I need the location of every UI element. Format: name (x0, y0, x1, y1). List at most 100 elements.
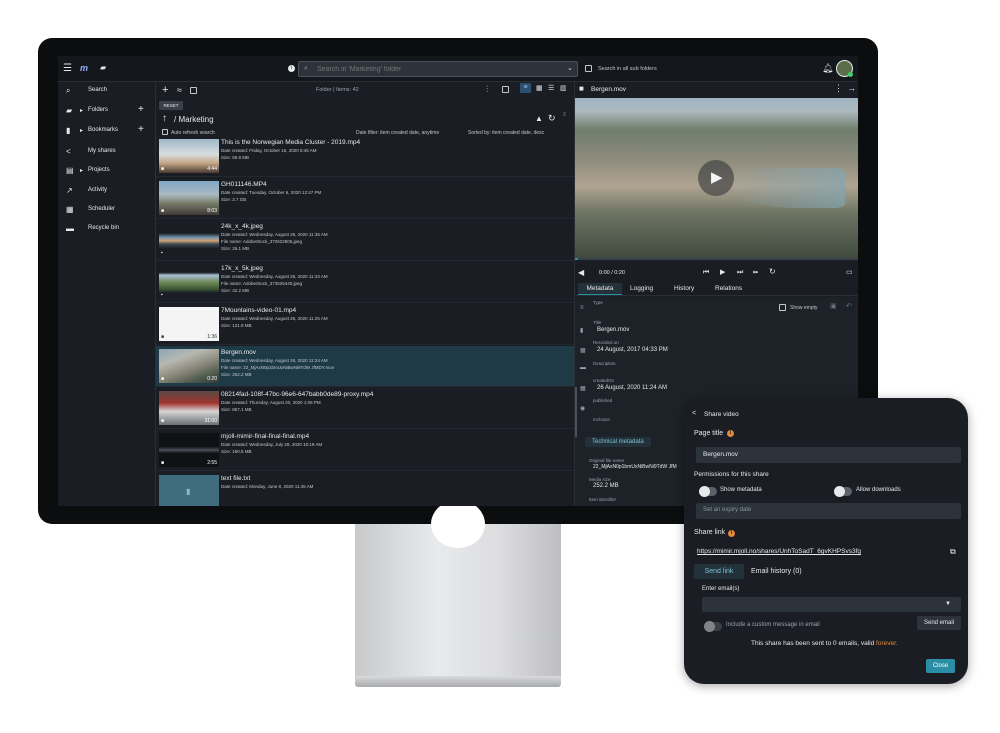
sidebar-item-bookmarks[interactable]: ▮ ▸ Bookmarks + (58, 122, 156, 140)
allow-downloads-toggle[interactable] (834, 486, 852, 497)
search-icon: ⌕ (66, 86, 71, 95)
show-empty-checkbox[interactable] (779, 304, 786, 311)
custom-message-label: Include a custom message in email (726, 622, 820, 628)
sidebar-item-activity[interactable]: ↗ Activity (58, 182, 156, 200)
add-folder-icon[interactable]: + (138, 104, 144, 115)
expand-icon[interactable]: ▸ (80, 107, 83, 114)
frame-forward-icon[interactable]: ⏭︎ (737, 269, 743, 276)
arrow-right-icon[interactable]: → (847, 84, 856, 93)
created-label: createdOn (593, 378, 615, 383)
created-value[interactable]: 26 August, 2020 11:24 AM (597, 385, 667, 391)
tab-technical-metadata[interactable]: Technical metadata (585, 437, 651, 447)
tab-history[interactable]: History (674, 283, 694, 294)
search-subfolders-checkbox[interactable] (585, 65, 592, 72)
title-value[interactable]: Bergen.mov (597, 327, 629, 333)
sidebar-item-recycle-bin[interactable]: ▬ Recycle bin (58, 220, 156, 238)
grid-view-icon[interactable]: ▦ (536, 85, 543, 92)
email-input[interactable]: ▼ (702, 597, 961, 612)
top-bar: ☰ m ▰ i ⌕ ⌄ Search in all sub folders 🔔︎ (58, 56, 858, 82)
list-view-icon[interactable]: ≡ (520, 83, 531, 93)
panel-view-icon[interactable]: ▥ (560, 85, 567, 92)
project-icon: ▤ (66, 166, 74, 175)
sidebar-item-scheduler[interactable]: ▦ Scheduler (58, 201, 156, 219)
tab-send-link[interactable]: Send link (694, 564, 744, 579)
list-item[interactable]: ■ 1:36 7Mountains-video-01.mp4 Date crea… (156, 304, 574, 345)
chevron-down-icon[interactable]: ⌄ (567, 65, 573, 72)
list-item[interactable]: ▮ text file.txt Date created: Monday, Ju… (156, 472, 574, 506)
recorded-value[interactable]: 24 August, 2017 04:33 PM (597, 347, 668, 353)
search-input[interactable] (317, 63, 557, 75)
item-thumbnail: ▪ (159, 265, 219, 299)
select-mode-icon[interactable] (502, 86, 509, 93)
show-metadata-label: Show metadata (720, 487, 762, 493)
undo-icon[interactable]: ↶ (846, 303, 852, 310)
volume-icon[interactable]: ◀ (578, 269, 584, 277)
lock-icon[interactable]: ▲ (535, 115, 543, 123)
add-icon[interactable]: + (162, 85, 168, 96)
subtitles-icon[interactable]: ▭ (846, 269, 853, 276)
info-icon[interactable]: i (288, 65, 295, 72)
list-item[interactable]: ■ 2:55 mjoll-mimir-final-final-final.mp4… (156, 430, 574, 471)
reset-button[interactable]: RESET (159, 101, 183, 110)
bell-icon[interactable]: 🔔︎ (822, 64, 833, 73)
select-all-checkbox[interactable] (190, 87, 197, 94)
play-overlay-button[interactable]: ▶ (698, 160, 734, 196)
more-vertical-icon[interactable]: ⋮ (834, 84, 843, 93)
sidebar-item-projects[interactable]: ▤ ▸ Projects (58, 162, 156, 180)
page-title-label: Page title (694, 430, 724, 437)
fast-forward-icon[interactable]: ⏩︎ (753, 269, 759, 276)
sidebar-item-search[interactable]: ⌕ Search (58, 82, 156, 100)
auto-refresh-checkbox[interactable] (162, 129, 168, 135)
menu-icon[interactable]: ☰ (63, 64, 72, 74)
sidebar-item-folders[interactable]: ▰ ▸ Folders + (58, 102, 156, 120)
search-field[interactable]: ⌕ ⌄ (298, 61, 578, 77)
expand-icon[interactable]: ▸ (80, 167, 83, 174)
compact-view-icon[interactable]: ☰ (548, 85, 554, 92)
info-icon[interactable]: i (727, 430, 734, 437)
list-item-selected[interactable]: ■ 0:20 Bergen.mov Date created: Wednesda… (156, 346, 574, 387)
caret-down-icon[interactable]: ▼ (945, 601, 951, 607)
tab-relations[interactable]: Relations (715, 283, 742, 294)
share-icon: < (66, 147, 71, 156)
list-item[interactable]: ■ 31:00 08214fad-108f-47bc-96e6-647babb0… (156, 388, 574, 429)
close-button[interactable]: Close (926, 659, 955, 673)
tab-logging[interactable]: Logging (630, 283, 653, 294)
sidebar-item-label: Projects (88, 167, 110, 173)
video-player[interactable]: ▶ (575, 98, 858, 258)
arrow-up-icon[interactable]: ↑ (162, 114, 167, 124)
scrollbar[interactable] (575, 387, 577, 437)
folder-icon[interactable]: ▰ (100, 64, 106, 72)
list-item[interactable]: ▪ 17k_x_5k.jpeg Date created: Wednesday,… (156, 262, 574, 303)
skip-back-icon[interactable]: ⏮︎ (703, 269, 709, 276)
play-icon[interactable]: ▶ (720, 269, 725, 276)
waves-icon[interactable]: ≈ (177, 86, 182, 95)
mchoice-label: mchoice (593, 417, 610, 422)
sidebar-item-label: Scheduler (88, 206, 116, 212)
custom-message-toggle[interactable] (704, 621, 722, 632)
item-filename: File name: 22_MjAxN0p1bmUxNiBwNi9TdW JfM… (221, 365, 334, 370)
sidebar-item-my-shares[interactable]: < My shares (58, 143, 156, 161)
list-item[interactable]: ■ 8:03 GH011146.MP4 Date created: Tuesda… (156, 178, 574, 219)
scroll-arrows-icon[interactable]: ⇕ (562, 112, 567, 118)
item-filename: File name: AdobeStock_373526440.jpeg (221, 281, 303, 286)
refresh-icon[interactable]: ↻ (548, 114, 556, 123)
info-icon[interactable]: i (728, 530, 735, 537)
title-label: Title (593, 320, 602, 325)
list-item[interactable]: ■ 4:44 This is the Norwegian Media Clust… (156, 136, 574, 177)
show-metadata-toggle[interactable] (699, 486, 717, 497)
loop-icon[interactable]: ↻ (769, 268, 776, 276)
tab-metadata[interactable]: Metadata (578, 283, 622, 295)
share-link[interactable]: https://mimir.mjoll.no/shares/UnhToSadT_… (697, 548, 861, 555)
expand-icon[interactable]: ▸ (80, 127, 83, 134)
tab-email-history[interactable]: Email history (0) (751, 564, 802, 579)
video-progress-bar[interactable] (575, 258, 858, 260)
copy-icon[interactable]: ⧉ (950, 548, 956, 556)
page-title-input[interactable]: Bergen.mov (696, 447, 961, 463)
send-email-button[interactable]: Send email (917, 616, 961, 630)
add-bookmark-icon[interactable]: + (138, 124, 144, 135)
media-size-value: 252.2 MB (593, 483, 619, 489)
list-item[interactable]: ▪ 24k_x_4k.jpeg Date created: Wednesday,… (156, 220, 574, 261)
save-icon[interactable]: ▣ (830, 303, 837, 310)
expiry-date-input[interactable]: Set an expiry date (696, 503, 961, 519)
waveform-icon[interactable]: ⫶ (486, 85, 488, 94)
